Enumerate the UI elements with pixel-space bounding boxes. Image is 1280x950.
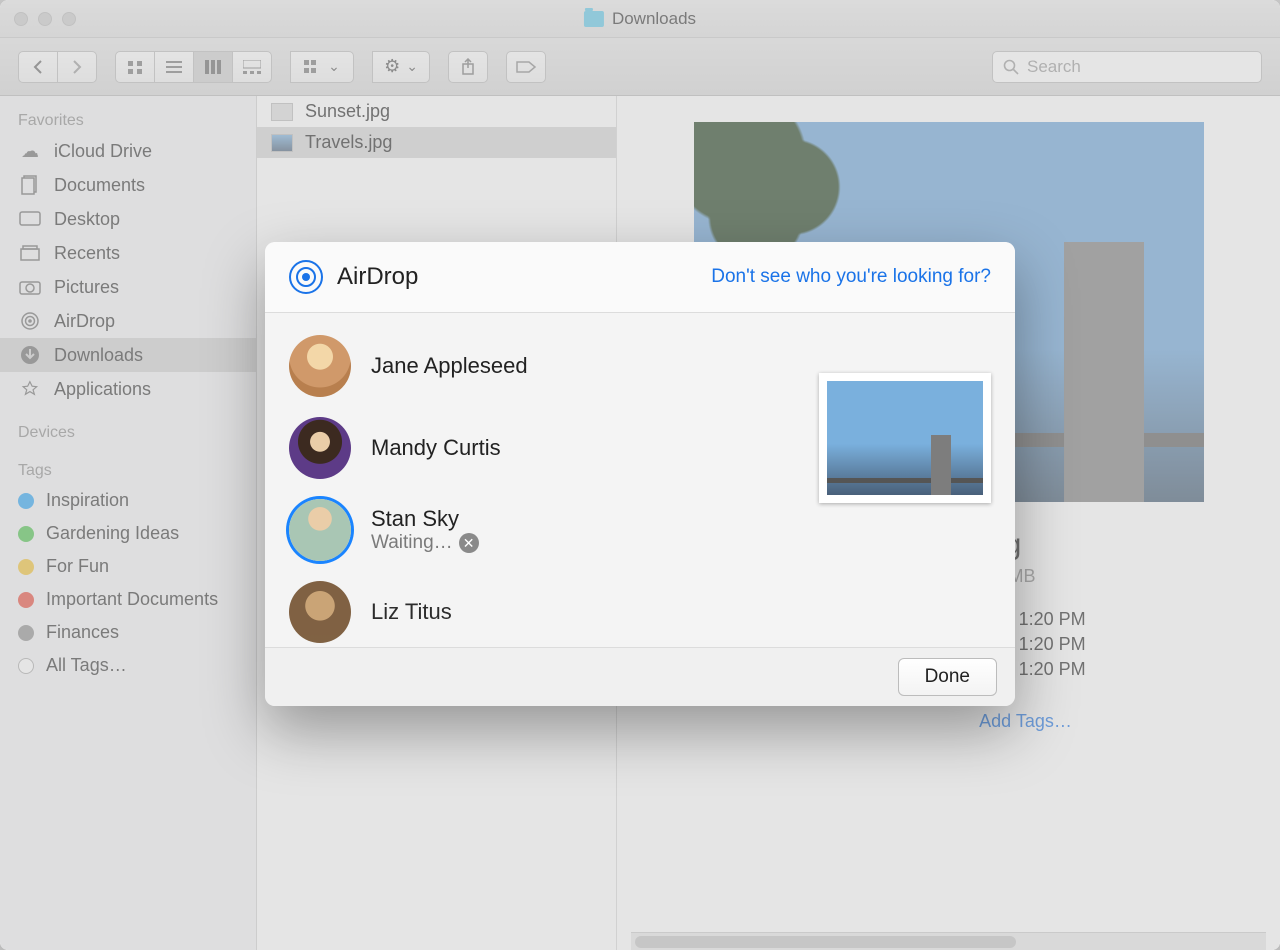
desktop-icon (18, 208, 42, 230)
sidebar-header-devices: Devices (0, 418, 256, 446)
avatar (289, 499, 351, 561)
sidebar-tag-important[interactable]: Important Documents (0, 583, 256, 616)
tag-dot-icon (18, 625, 34, 641)
arrange-button[interactable]: ⌄ (290, 51, 354, 83)
person-name: Jane Appleseed (371, 353, 528, 379)
tag-dot-icon (18, 559, 34, 575)
folder-icon (584, 11, 604, 27)
gallery-view-button[interactable] (232, 51, 272, 83)
sidebar-item-label: Inspiration (46, 490, 129, 511)
airdrop-person[interactable]: Stan Sky Waiting… ✕ (265, 489, 795, 571)
sidebar: Favorites ☁ iCloud Drive Documents Deskto… (0, 96, 257, 950)
column-view-button[interactable] (193, 51, 233, 83)
list-view-button[interactable] (154, 51, 194, 83)
airdrop-people-list: Jane Appleseed Mandy Curtis Stan Sky Wai… (265, 313, 795, 647)
toolbar: ⌄ ⚙⌄ Search (0, 38, 1280, 96)
sidebar-item-label: Important Documents (46, 589, 218, 610)
file-thumb-icon (271, 103, 293, 121)
share-button[interactable] (448, 51, 488, 83)
sidebar-tag-all[interactable]: All Tags… (0, 649, 256, 682)
sidebar-item-label: AirDrop (54, 311, 115, 332)
sidebar-item-desktop[interactable]: Desktop (0, 202, 256, 236)
avatar (289, 581, 351, 643)
done-button[interactable]: Done (898, 658, 997, 696)
tag-dot-icon (18, 493, 34, 509)
file-row[interactable]: Sunset.jpg (257, 96, 616, 127)
minimize-window-button[interactable] (38, 12, 52, 26)
airdrop-icon (289, 260, 323, 294)
close-window-button[interactable] (14, 12, 28, 26)
airdrop-person[interactable]: Jane Appleseed (265, 325, 795, 407)
avatar (289, 417, 351, 479)
sidebar-item-recents[interactable]: Recents (0, 236, 256, 270)
sidebar-item-label: For Fun (46, 556, 109, 577)
person-name: Liz Titus (371, 599, 452, 625)
airdrop-sheet: AirDrop Don't see who you're looking for… (265, 242, 1015, 706)
airdrop-help-link[interactable]: Don't see who you're looking for? (711, 266, 991, 288)
action-button[interactable]: ⚙⌄ (372, 51, 430, 83)
sidebar-item-applications[interactable]: Applications (0, 372, 256, 406)
sidebar-item-documents[interactable]: Documents (0, 168, 256, 202)
sidebar-tag-forfun[interactable]: For Fun (0, 550, 256, 583)
add-tags-link[interactable]: Add Tags… (979, 711, 1072, 732)
window-title: Downloads (612, 9, 696, 29)
sidebar-item-pictures[interactable]: Pictures (0, 270, 256, 304)
tag-dot-icon (18, 592, 34, 608)
sidebar-item-label: All Tags… (46, 655, 127, 676)
forward-button[interactable] (57, 51, 97, 83)
person-name: Mandy Curtis (371, 435, 501, 461)
file-row[interactable]: Travels.jpg (257, 127, 616, 158)
airdrop-icon (18, 310, 42, 332)
camera-icon (18, 276, 42, 298)
titlebar: Downloads (0, 0, 1280, 38)
sidebar-item-label: Gardening Ideas (46, 523, 179, 544)
sidebar-item-label: Downloads (54, 345, 143, 366)
sidebar-item-label: Recents (54, 243, 120, 264)
horizontal-scrollbar[interactable] (631, 932, 1266, 950)
icon-view-button[interactable] (115, 51, 155, 83)
tag-dot-icon (18, 526, 34, 542)
tags-button[interactable] (506, 51, 546, 83)
sidebar-item-label: iCloud Drive (54, 141, 152, 162)
sidebar-header-tags: Tags (0, 456, 256, 484)
file-name: Travels.jpg (305, 132, 392, 153)
sidebar-item-label: Documents (54, 175, 145, 196)
view-switcher (115, 51, 272, 83)
back-button[interactable] (18, 51, 58, 83)
sidebar-tag-gardening[interactable]: Gardening Ideas (0, 517, 256, 550)
sidebar-item-label: Pictures (54, 277, 119, 298)
file-name: Sunset.jpg (305, 101, 390, 122)
sidebar-tag-finances[interactable]: Finances (0, 616, 256, 649)
cloud-icon: ☁ (18, 140, 42, 162)
search-icon (1003, 59, 1019, 75)
sidebar-header-favorites: Favorites (0, 106, 256, 134)
zoom-window-button[interactable] (62, 12, 76, 26)
airdrop-person[interactable]: Mandy Curtis (265, 407, 795, 489)
person-name: Stan Sky (371, 506, 479, 532)
sidebar-item-airdrop[interactable]: AirDrop (0, 304, 256, 338)
sidebar-item-label: Finances (46, 622, 119, 643)
search-placeholder: Search (1027, 57, 1081, 77)
sheet-title: AirDrop (337, 263, 418, 291)
sidebar-item-icloud-drive[interactable]: ☁ iCloud Drive (0, 134, 256, 168)
sidebar-tag-inspiration[interactable]: Inspiration (0, 484, 256, 517)
tag-dot-icon (18, 658, 34, 674)
share-preview-thumb (819, 373, 991, 503)
airdrop-person[interactable]: Liz Titus (265, 571, 795, 647)
downloads-icon (18, 344, 42, 366)
documents-icon (18, 174, 42, 196)
file-thumb-icon (271, 134, 293, 152)
sidebar-item-downloads[interactable]: Downloads (0, 338, 256, 372)
search-field[interactable]: Search (992, 51, 1262, 83)
window-controls (0, 12, 76, 26)
person-status: Waiting… (371, 532, 453, 554)
avatar (289, 335, 351, 397)
sidebar-item-label: Applications (54, 379, 151, 400)
applications-icon (18, 378, 42, 400)
recents-icon (18, 242, 42, 264)
sidebar-item-label: Desktop (54, 209, 120, 230)
cancel-send-button[interactable]: ✕ (459, 533, 479, 553)
